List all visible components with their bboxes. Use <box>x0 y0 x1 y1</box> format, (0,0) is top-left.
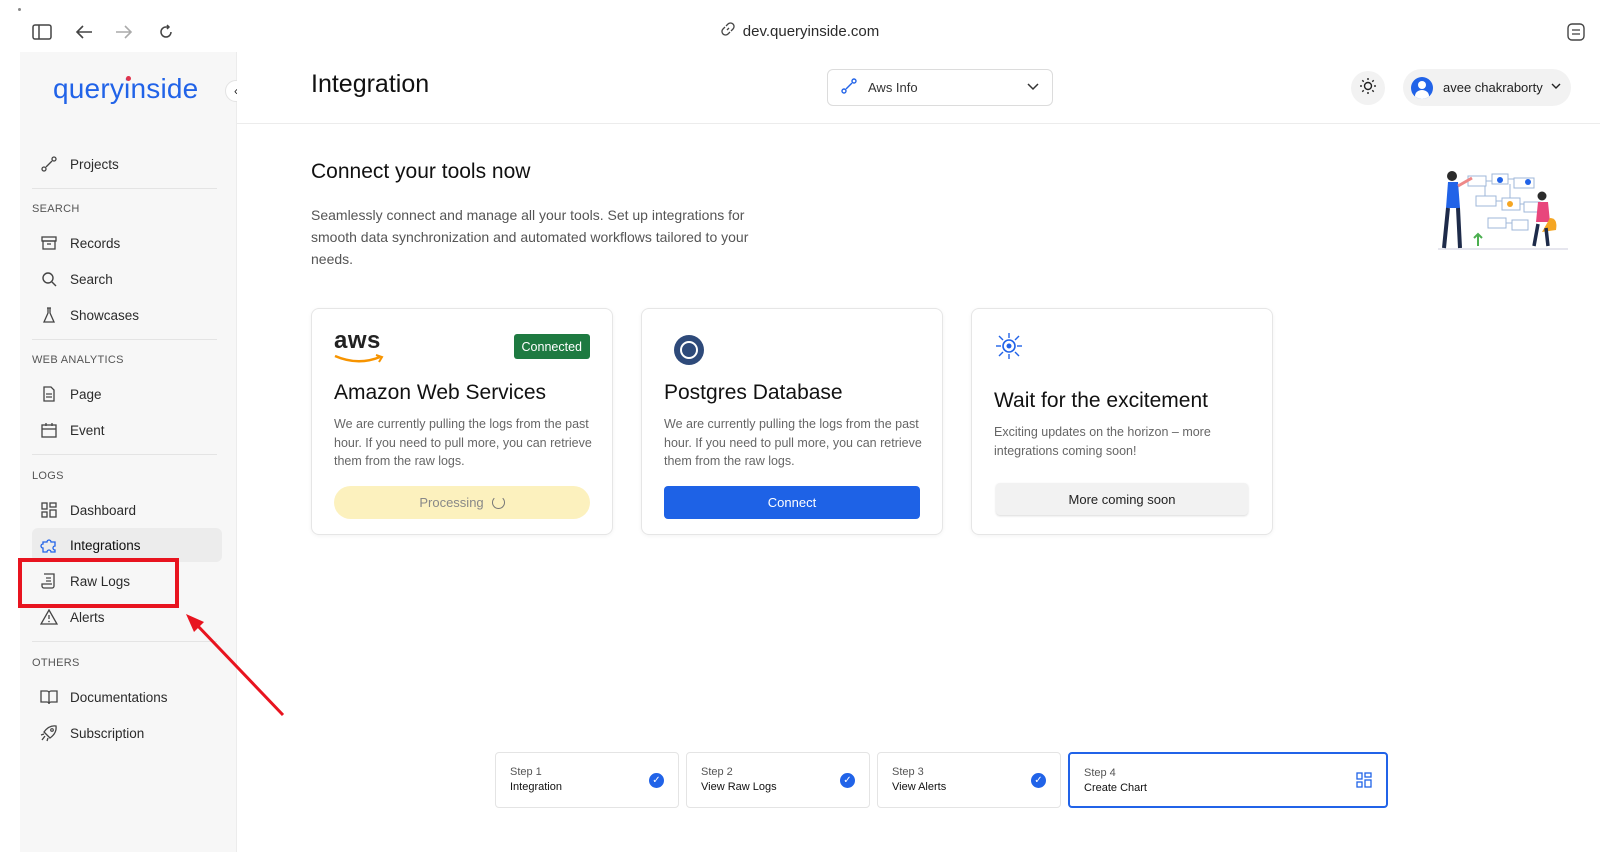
card-title: Amazon Web Services <box>334 381 547 404</box>
rocket-icon <box>40 724 58 742</box>
step-name: View Raw Logs <box>701 781 777 793</box>
card-title: Wait for the excitement <box>994 389 1208 412</box>
card-description: Exciting updates on the horizon – more i… <box>994 425 1211 458</box>
check-icon: ✓ <box>649 773 664 788</box>
check-icon: ✓ <box>840 773 855 788</box>
sparkle-chip-icon <box>996 333 1022 359</box>
chevron-down-icon <box>1026 79 1040 96</box>
section-description: Seamlessly connect and manage all your t… <box>311 207 749 267</box>
sun-icon <box>1359 77 1377 100</box>
projects-icon <box>840 77 858 98</box>
card-description: We are currently pulling the logs from t… <box>664 417 922 468</box>
card-title: Postgres Database <box>664 381 843 404</box>
step-name: Integration <box>510 781 562 793</box>
sidebar-item-subscription[interactable]: Subscription <box>32 716 222 750</box>
spinner-icon <box>491 496 505 509</box>
grid-icon <box>1356 772 1372 788</box>
onboarding-step-4[interactable]: Step 4 Create Chart <box>1068 752 1388 808</box>
step-number: Step 1 <box>510 766 542 778</box>
project-select-value: Aws Info <box>868 80 918 95</box>
link-icon <box>721 22 735 40</box>
connect-button[interactable]: Connect <box>664 486 920 519</box>
integration-card-aws: aws Connected Amazon Web Services We are… <box>311 308 613 535</box>
section-title: Connect your tools now <box>311 160 531 183</box>
url-text: dev.queryinside.com <box>742 23 880 40</box>
postgres-icon <box>674 335 704 365</box>
step-name: View Alerts <box>892 781 947 793</box>
card-description: We are currently pulling the logs from t… <box>334 417 592 468</box>
button-label: Processing <box>419 495 484 510</box>
aws-logo: aws <box>334 327 381 354</box>
page-title: Integration <box>311 70 430 98</box>
team-illustration <box>1438 171 1568 250</box>
theme-toggle-button[interactable] <box>1351 71 1385 105</box>
step-number: Step 3 <box>892 766 924 778</box>
step-number: Step 4 <box>1084 767 1116 779</box>
avatar <box>1411 76 1433 99</box>
user-menu[interactable]: avee chakraborty <box>1403 69 1571 106</box>
chevron-down-icon <box>1551 81 1561 94</box>
more-coming-soon-button[interactable]: More coming soon <box>996 483 1248 515</box>
processing-button[interactable]: Processing <box>334 486 590 519</box>
reader-icon[interactable] <box>1564 20 1588 44</box>
onboarding-step-3[interactable]: Step 3 View Alerts ✓ <box>877 752 1061 808</box>
user-name: avee chakraborty <box>1443 80 1543 95</box>
step-name: Create Chart <box>1084 782 1147 794</box>
onboarding-step-2[interactable]: Step 2 View Raw Logs ✓ <box>686 752 870 808</box>
check-icon: ✓ <box>1031 773 1046 788</box>
status-badge: Connected <box>513 334 590 359</box>
integration-card-postgres: Postgres Database We are currently pulli… <box>641 308 943 535</box>
project-select[interactable]: Aws Info <box>827 69 1053 106</box>
integration-card-coming-soon: Wait for the excitement Exciting updates… <box>971 308 1273 535</box>
onboarding-step-1[interactable]: Step 1 Integration ✓ <box>495 752 679 808</box>
sidebar-item-label: Subscription <box>70 725 145 741</box>
top-header: Integration Aws Info avee chakraborty <box>237 52 1600 124</box>
aws-smile-icon <box>334 354 384 363</box>
step-number: Step 2 <box>701 766 733 778</box>
